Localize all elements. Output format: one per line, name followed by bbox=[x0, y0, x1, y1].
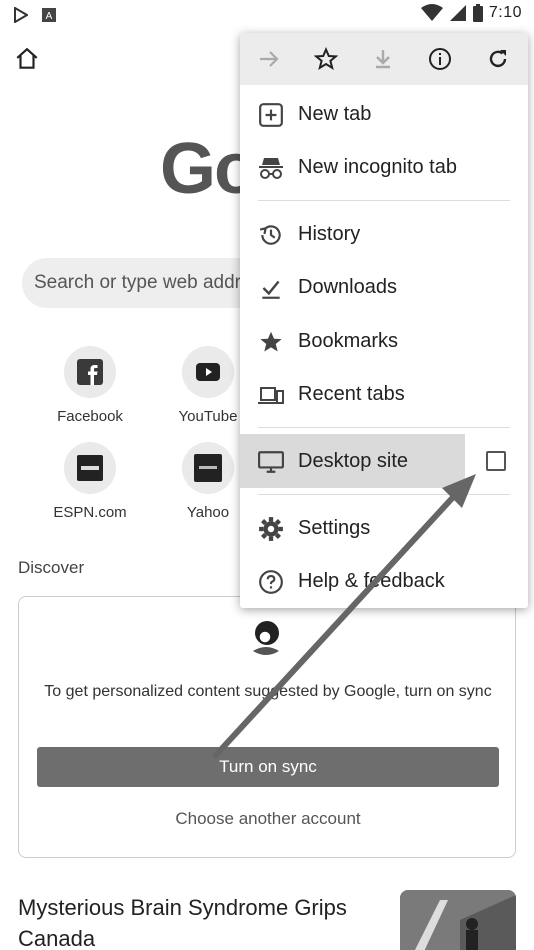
overflow-menu: New tab New incognito tab History Downlo… bbox=[240, 33, 528, 608]
sync-card: To get personalized content suggested by… bbox=[18, 596, 516, 858]
play-store-icon bbox=[14, 7, 28, 23]
menu-item-new-incognito-tab[interactable]: New incognito tab bbox=[240, 141, 528, 194]
tile-facebook[interactable]: Facebook bbox=[30, 346, 150, 446]
turn-on-sync-button[interactable]: Turn on sync bbox=[37, 747, 499, 787]
menu-item-label: Downloads bbox=[298, 276, 397, 298]
sync-message: To get personalized content suggested by… bbox=[44, 683, 492, 700]
menu-item-label: Desktop site bbox=[298, 450, 409, 472]
tile-label: ESPN.com bbox=[53, 504, 127, 521]
menu-item-label: Help & feedback bbox=[298, 570, 445, 592]
status-time: 7:10 bbox=[488, 4, 522, 21]
settings-icon bbox=[259, 517, 283, 541]
downloads-icon bbox=[262, 280, 280, 299]
signal-icon bbox=[449, 5, 466, 21]
espn-icon bbox=[64, 442, 116, 494]
menu-item-desktop-site[interactable]: Desktop site bbox=[240, 435, 528, 488]
menu-divider bbox=[258, 200, 510, 201]
home-icon[interactable] bbox=[14, 46, 40, 72]
battery-icon bbox=[472, 4, 483, 22]
help-icon bbox=[259, 570, 283, 594]
notification-a-icon: A bbox=[42, 8, 56, 22]
choose-another-account-link[interactable]: Choose another account bbox=[19, 809, 517, 829]
article-title[interactable]: Mysterious Brain Syndrome Grips Canada bbox=[18, 892, 388, 950]
wifi-icon bbox=[420, 4, 443, 21]
yahoo-icon bbox=[182, 442, 234, 494]
search-placeholder: Search or type web address bbox=[34, 272, 271, 293]
info-icon[interactable] bbox=[428, 47, 452, 71]
download-icon[interactable] bbox=[371, 47, 395, 71]
facebook-icon bbox=[64, 346, 116, 398]
tile-label: Facebook bbox=[57, 408, 123, 425]
menu-item-bookmarks[interactable]: Bookmarks bbox=[240, 315, 528, 368]
recent-tabs-icon bbox=[258, 387, 284, 404]
status-bar: A 7:10 bbox=[0, 0, 534, 30]
history-icon bbox=[259, 225, 281, 245]
menu-divider bbox=[258, 494, 510, 495]
menu-item-label: History bbox=[298, 223, 361, 245]
youtube-icon bbox=[182, 346, 234, 398]
refresh-icon[interactable] bbox=[486, 47, 510, 71]
menu-item-label: Recent tabs bbox=[298, 383, 405, 405]
bookmarks-icon bbox=[260, 331, 282, 352]
menu-item-downloads[interactable]: Downloads bbox=[240, 261, 528, 314]
menu-item-recent-tabs[interactable]: Recent tabs bbox=[240, 368, 528, 421]
incognito-icon bbox=[259, 158, 283, 179]
menu-item-label: Settings bbox=[298, 517, 371, 539]
menu-item-settings[interactable]: Settings bbox=[240, 502, 528, 555]
star-icon[interactable] bbox=[314, 47, 338, 71]
menu-toolbar bbox=[240, 33, 528, 85]
forward-icon[interactable] bbox=[257, 47, 281, 71]
menu-item-label: New incognito tab bbox=[298, 156, 457, 178]
article-thumbnail[interactable] bbox=[400, 890, 516, 950]
desktop-icon bbox=[258, 451, 284, 473]
desktop-site-checkbox[interactable] bbox=[486, 451, 506, 471]
menu-item-label: Bookmarks bbox=[298, 330, 399, 352]
new-tab-icon bbox=[259, 103, 283, 127]
discover-heading: Discover bbox=[18, 558, 85, 577]
menu-item-new-tab[interactable]: New tab bbox=[240, 88, 528, 141]
menu-divider bbox=[258, 427, 510, 428]
svg-text:A: A bbox=[46, 11, 53, 22]
menu-item-help-feedback[interactable]: Help & feedback bbox=[240, 555, 528, 608]
menu-item-history[interactable]: History bbox=[240, 208, 528, 261]
tile-espn[interactable]: ESPN.com bbox=[30, 442, 150, 542]
menu-item-label: New tab bbox=[298, 103, 372, 125]
sync-illustration-icon bbox=[253, 621, 279, 655]
